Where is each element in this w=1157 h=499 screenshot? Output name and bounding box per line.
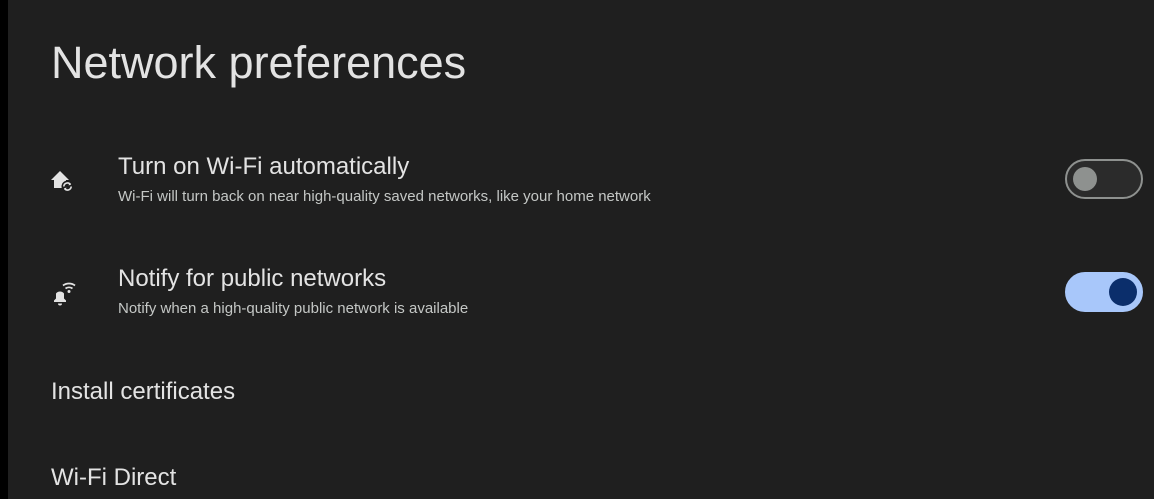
toggle-knob [1073,167,1097,191]
notify-public-networks-row[interactable]: Notify for public networks Notify when a… [8,258,1154,338]
notify-public-networks-text: Notify for public networks Notify when a… [118,264,468,320]
notification-wifi-icon [48,278,78,308]
notify-public-networks-subtitle: Notify when a high-quality public networ… [118,300,469,317]
wifi-auto-on-row[interactable]: Turn on Wi-Fi automatically Wi-Fi will t… [8,146,1154,226]
wifi-auto-on-text: Turn on Wi-Fi automatically Wi-Fi will t… [118,152,651,208]
wifi-auto-on-title: Turn on Wi-Fi automatically [118,153,410,180]
install-certificates-item[interactable]: Install certificates [51,377,235,407]
home-sync-icon [48,166,78,196]
notify-public-networks-toggle[interactable] [1065,272,1143,312]
notify-public-networks-title: Notify for public networks [118,265,387,292]
wifi-auto-on-subtitle: Wi-Fi will turn back on near high-qualit… [118,188,651,205]
settings-screen: Network preferences Turn on Wi-Fi automa… [8,0,1154,499]
wifi-direct-item[interactable]: Wi-Fi Direct [51,463,176,493]
screen-edge-left [0,0,8,499]
toggle-knob [1109,278,1137,306]
wifi-auto-on-toggle[interactable] [1065,159,1143,199]
page-title: Network preferences [51,37,467,88]
